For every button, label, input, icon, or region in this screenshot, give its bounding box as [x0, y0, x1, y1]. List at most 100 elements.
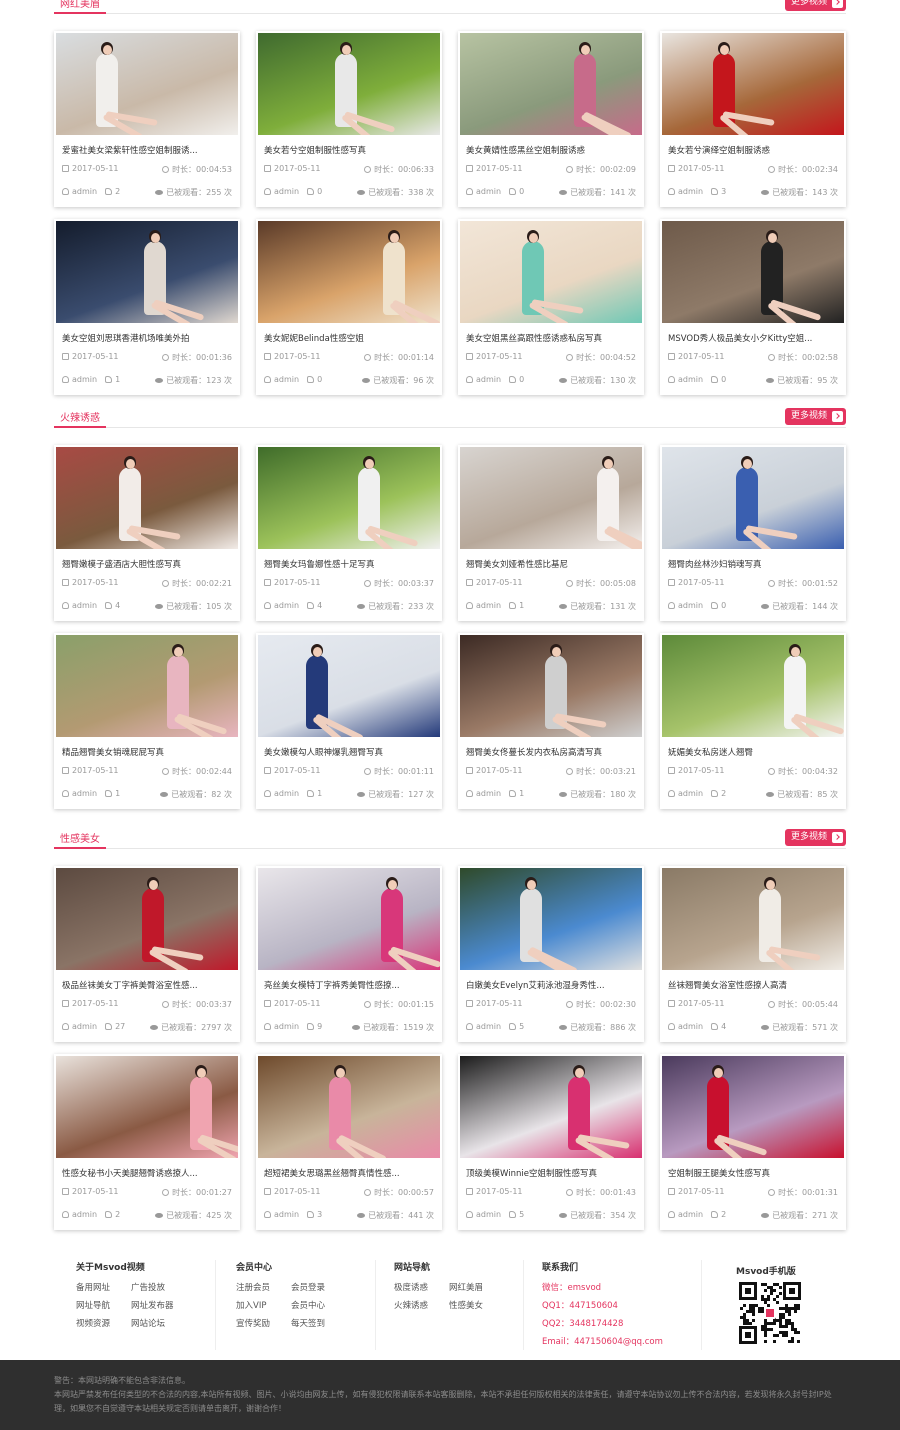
footer-link[interactable]: 每天签到: [291, 1317, 346, 1329]
video-author[interactable]: admin: [72, 789, 97, 798]
video-title[interactable]: 美女黄婧性感黑丝空姐制服诱惑: [466, 144, 638, 156]
footer-link[interactable]: 视频资源: [76, 1317, 131, 1329]
video-thumbnail[interactable]: [258, 868, 440, 970]
footer-link[interactable]: 网红美眉: [449, 1281, 504, 1293]
video-thumbnail[interactable]: [662, 868, 844, 970]
video-thumbnail[interactable]: [662, 635, 844, 737]
video-card[interactable]: 性感女秘书小天美腿翘臀诱惑撩人... 2017-05-11 时长：00:01:27 a…: [54, 1054, 240, 1230]
video-title[interactable]: 超短裙美女思璐黑丝翘臀真情性感...: [264, 1167, 436, 1179]
video-card[interactable]: 美女若兮空姐制服性感写真 2017-05-11 时长：00:06:33 admin 0 已…: [256, 31, 442, 207]
video-title[interactable]: 空姐制服王腿美女性感写真: [668, 1167, 840, 1179]
video-author[interactable]: admin: [72, 187, 97, 196]
footer-link[interactable]: 极度诱惑: [394, 1281, 449, 1293]
video-author[interactable]: admin: [678, 1022, 703, 1031]
video-thumbnail[interactable]: [460, 635, 642, 737]
video-card[interactable]: 精品翘臀美女销魂屁屁写真 2017-05-11 时长：00:02:44 admin 1 已…: [54, 633, 240, 809]
video-thumbnail[interactable]: [662, 33, 844, 135]
footer-link[interactable]: 网址发布器: [131, 1299, 186, 1311]
footer-link[interactable]: 宣传奖励: [236, 1317, 291, 1329]
thumbs-up-icon[interactable]: [307, 376, 315, 383]
video-thumbnail[interactable]: [258, 221, 440, 323]
video-author[interactable]: admin: [274, 375, 299, 384]
section-title[interactable]: 火辣诱惑: [60, 409, 100, 424]
section-title[interactable]: 网红美眉: [60, 0, 100, 10]
video-thumbnail[interactable]: [460, 868, 642, 970]
video-card[interactable]: 美女若兮演绎空姐制服诱惑 2017-05-11 时长：00:02:34 admin 3 已…: [660, 31, 846, 207]
video-thumbnail[interactable]: [258, 1056, 440, 1158]
thumbs-up-icon[interactable]: [509, 1023, 517, 1030]
video-author[interactable]: admin: [72, 601, 97, 610]
video-title[interactable]: 美女妮妮Belinda性感空姐: [264, 332, 436, 344]
video-title[interactable]: 亮丝美女模特丁字裤秀美臀性感撩...: [264, 979, 436, 991]
video-thumbnail[interactable]: [460, 447, 642, 549]
more-videos-button[interactable]: 更多视频: [784, 408, 846, 425]
footer-link[interactable]: 会员登录: [291, 1281, 346, 1293]
thumbs-up-icon[interactable]: [509, 602, 517, 609]
section-title[interactable]: 性感美女: [60, 830, 100, 845]
video-title[interactable]: 翘臀美女佟蔓长发内衣私房高清写真: [466, 746, 638, 758]
video-thumbnail[interactable]: [258, 447, 440, 549]
video-title[interactable]: 美女空姐刘思琪香港机场唯美外拍: [62, 332, 234, 344]
video-author[interactable]: admin: [476, 187, 501, 196]
footer-link[interactable]: 网址导航: [76, 1299, 131, 1311]
footer-link[interactable]: 备用网址: [76, 1281, 131, 1293]
video-card[interactable]: 亮丝美女模特丁字裤秀美臀性感撩... 2017-05-11 时长：00:01:15 a…: [256, 866, 442, 1042]
video-thumbnail[interactable]: [56, 868, 238, 970]
video-thumbnail[interactable]: [662, 447, 844, 549]
video-author[interactable]: admin: [476, 601, 501, 610]
video-title[interactable]: 美女若兮演绎空姐制服诱惑: [668, 144, 840, 156]
video-card[interactable]: 爱蜜社美女梁紫轩性感空姐制服诱... 2017-05-11 时长：00:04:53 a…: [54, 31, 240, 207]
video-card[interactable]: 美女妮妮Belinda性感空姐 2017-05-11 时长：00:01:14 admi…: [256, 219, 442, 395]
video-card[interactable]: 白嫩美女Evelyn艾莉泳池湿身秀性... 2017-05-11 时长：00:02:…: [458, 866, 644, 1042]
thumbs-up-icon[interactable]: [307, 1211, 315, 1218]
thumbs-up-icon[interactable]: [105, 188, 113, 195]
thumbs-up-icon[interactable]: [105, 602, 113, 609]
thumbs-up-icon[interactable]: [307, 790, 315, 797]
thumbs-up-icon[interactable]: [307, 188, 315, 195]
video-thumbnail[interactable]: [56, 33, 238, 135]
footer-link[interactable]: 火辣诱惑: [394, 1299, 449, 1311]
video-card[interactable]: 翘臀嫩模子盛酒店大胆性感写真 2017-05-11 时长：00:02:21 admin…: [54, 445, 240, 621]
footer-link[interactable]: 广告投放: [131, 1281, 186, 1293]
video-card[interactable]: MSVOD秀人极品美女小夕Kitty空姐... 2017-05-11 时长：00:0…: [660, 219, 846, 395]
video-card[interactable]: 美女空姐黑丝高跟性感诱惑私房写真 2017-05-11 时长：00:04:52 adm…: [458, 219, 644, 395]
video-title[interactable]: 美女若兮空姐制服性感写真: [264, 144, 436, 156]
video-card[interactable]: 美女嫩模勾人眼神爆乳翘臀写真 2017-05-11 时长：00:01:11 admin…: [256, 633, 442, 809]
video-thumbnail[interactable]: [460, 33, 642, 135]
video-title[interactable]: 美女空姐黑丝高跟性感诱惑私房写真: [466, 332, 638, 344]
video-author[interactable]: admin: [476, 1210, 501, 1219]
video-thumbnail[interactable]: [258, 33, 440, 135]
thumbs-up-icon[interactable]: [509, 188, 517, 195]
video-thumbnail[interactable]: [56, 221, 238, 323]
video-thumbnail[interactable]: [56, 1056, 238, 1158]
video-author[interactable]: admin: [274, 187, 299, 196]
video-thumbnail[interactable]: [258, 635, 440, 737]
video-title[interactable]: 白嫩美女Evelyn艾莉泳池湿身秀性...: [466, 979, 638, 991]
video-card[interactable]: 空姐制服王腿美女性感写真 2017-05-11 时长：00:01:31 admin 2 已…: [660, 1054, 846, 1230]
thumbs-up-icon[interactable]: [307, 1023, 315, 1030]
video-card[interactable]: 极品丝袜美女丁字裤美臀浴室性感... 2017-05-11 时长：00:03:37 a…: [54, 866, 240, 1042]
video-author[interactable]: admin: [476, 375, 501, 384]
video-thumbnail[interactable]: [56, 635, 238, 737]
footer-link[interactable]: 注册会员: [236, 1281, 291, 1293]
video-card[interactable]: 超短裙美女思璐黑丝翘臀真情性感... 2017-05-11 时长：00:00:57 a…: [256, 1054, 442, 1230]
video-author[interactable]: admin: [274, 601, 299, 610]
video-author[interactable]: admin: [678, 187, 703, 196]
thumbs-up-icon[interactable]: [509, 790, 517, 797]
footer-link[interactable]: 性感美女: [449, 1299, 504, 1311]
video-author[interactable]: admin: [72, 1022, 97, 1031]
video-author[interactable]: admin: [274, 789, 299, 798]
video-thumbnail[interactable]: [460, 221, 642, 323]
thumbs-up-icon[interactable]: [509, 376, 517, 383]
video-title[interactable]: 翘臀美女刘娅希性感比基尼: [466, 558, 638, 570]
video-title[interactable]: 妩媚美女私房迷人翘臀: [668, 746, 840, 758]
video-title[interactable]: 翘臀美女玛鲁娜性感十足写真: [264, 558, 436, 570]
thumbs-up-icon[interactable]: [307, 602, 315, 609]
video-title[interactable]: 性感女秘书小天美腿翘臀诱惑撩人...: [62, 1167, 234, 1179]
video-thumbnail[interactable]: [662, 1056, 844, 1158]
thumbs-up-icon[interactable]: [105, 376, 113, 383]
video-author[interactable]: admin: [274, 1022, 299, 1031]
video-card[interactable]: 美女空姐刘思琪香港机场唯美外拍 2017-05-11 时长：00:01:36 admi…: [54, 219, 240, 395]
thumbs-up-icon[interactable]: [711, 790, 719, 797]
video-title[interactable]: 翘臀肉丝林沙妇销魂写真: [668, 558, 840, 570]
